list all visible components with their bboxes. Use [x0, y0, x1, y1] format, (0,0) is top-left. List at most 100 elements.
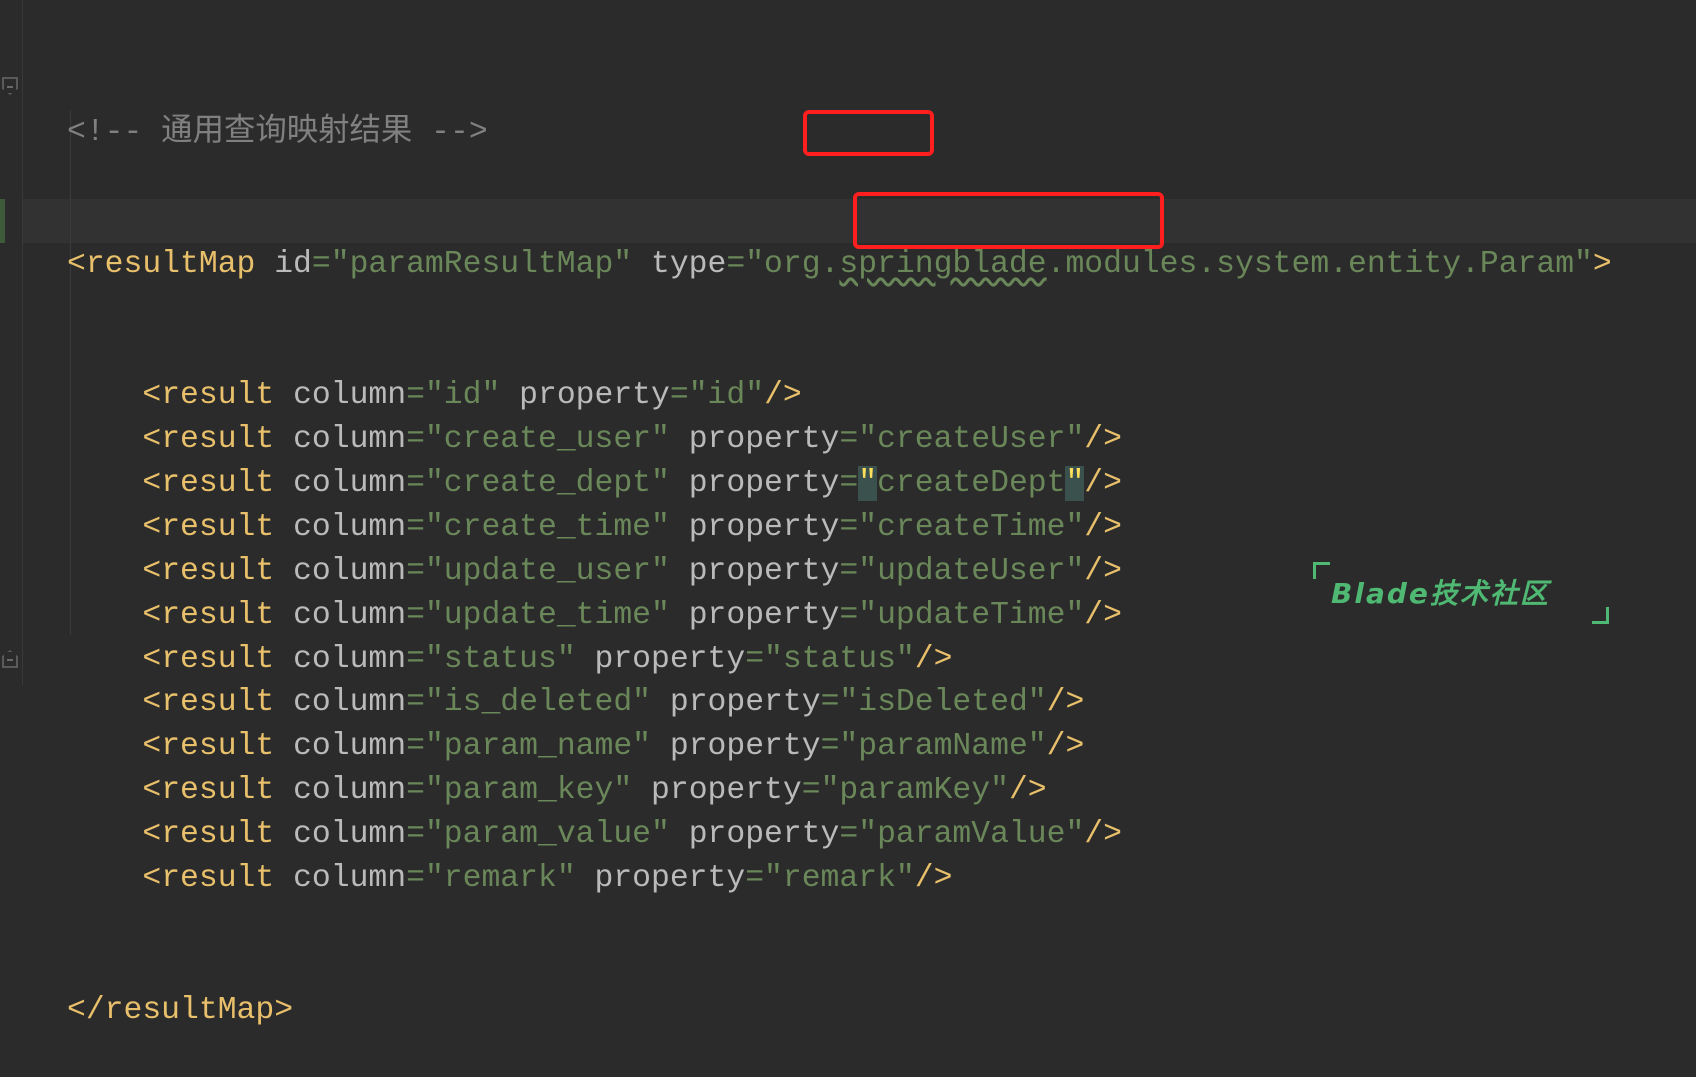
attr-name: property: [688, 422, 840, 458]
column-value: "update_user": [424, 553, 670, 589]
self-close: />: [914, 641, 953, 677]
attr-name: property: [688, 597, 840, 633]
column-value: "param_key": [424, 773, 633, 809]
annotation-box-1: [803, 110, 934, 156]
eq: =: [745, 641, 765, 677]
fold-close-icon[interactable]: [2, 650, 18, 668]
eq: =: [311, 246, 331, 282]
modified-line-marker: [0, 199, 5, 243]
eq: =: [406, 422, 425, 458]
code-editor[interactable]: <!-- 通用查询映射结果 --> <resultMap id="paramRe…: [67, 23, 1612, 1077]
tag-name: <result: [142, 641, 275, 677]
eq: =: [406, 861, 425, 897]
self-close: />: [1084, 817, 1122, 853]
column-value: "is_deleted": [424, 685, 652, 721]
property-value: createDept: [877, 466, 1066, 501]
self-close: />: [914, 861, 953, 897]
eq: =: [406, 729, 425, 765]
attr-name: type: [651, 246, 727, 282]
attr-name: property: [669, 729, 821, 765]
xml-comment: <!-- 通用查询映射结果 -->: [67, 114, 488, 150]
eq: =: [406, 466, 425, 501]
attr-name: property: [519, 378, 670, 414]
property-value: "createUser": [858, 422, 1085, 458]
attr-name: property: [688, 466, 840, 501]
property-value: "id": [688, 378, 765, 414]
eq: =: [406, 817, 425, 853]
property-value: "paramName": [839, 729, 1047, 765]
result-line: <result column="create_user" property="c…: [67, 418, 1612, 462]
attr-name: property: [594, 641, 746, 677]
eq: =: [726, 246, 746, 282]
result-line: <result column="id" property="id"/>: [67, 374, 1612, 418]
attr-name: id: [274, 246, 312, 282]
matched-quote: ": [1065, 466, 1085, 501]
eq: =: [839, 509, 859, 545]
property-value: "remark": [764, 861, 915, 897]
attr-name: column: [293, 509, 407, 545]
attr-name: column: [293, 466, 407, 501]
fold-open-icon[interactable]: [2, 77, 18, 95]
bracket-right: [1592, 607, 1609, 624]
tag-name: <result: [142, 466, 275, 501]
attr-name: property: [651, 773, 802, 809]
eq: =: [406, 553, 425, 589]
eq: =: [406, 597, 425, 633]
result-line: <result column="status" property="status…: [67, 638, 1612, 682]
attr-value: "org.: [745, 246, 840, 282]
property-value: "createTime": [858, 509, 1085, 545]
attr-name: column: [293, 641, 407, 677]
tag-name: <result: [142, 817, 275, 853]
column-value: "status": [424, 641, 576, 677]
eq: =: [839, 422, 859, 458]
tag-bracket: >: [1592, 246, 1612, 282]
eq: =: [820, 729, 840, 765]
result-line: <result column="param_key" property="par…: [67, 769, 1612, 813]
column-value: "update_time": [424, 597, 670, 633]
attr-value: "paramResultMap": [330, 246, 633, 282]
result-line: <result column="create_dept" property="c…: [67, 462, 1612, 506]
tag-name: <result: [142, 509, 275, 545]
spellcheck-word: springblade: [839, 246, 1047, 282]
tag-name: <result: [142, 685, 275, 721]
matched-quote: ": [858, 466, 878, 501]
attr-name: property: [594, 861, 746, 897]
column-value: "create_time": [424, 509, 670, 545]
column-value: "param_name": [424, 729, 652, 765]
self-close: />: [1008, 773, 1047, 809]
eq: =: [406, 509, 425, 545]
property-value: "paramValue": [858, 817, 1085, 853]
resultmap-close-line: </resultMap>: [67, 989, 1612, 1033]
attr-name: property: [688, 817, 840, 853]
attr-name: column: [293, 378, 407, 414]
editor-gutter: [0, 0, 23, 685]
self-close: />: [1046, 685, 1085, 721]
result-line: <result column="create_time" property="c…: [67, 506, 1612, 550]
eq: =: [745, 861, 765, 897]
bracket-left: [1313, 562, 1330, 579]
column-value: "create_dept": [424, 466, 670, 501]
attr-name: property: [688, 509, 840, 545]
attr-name: property: [688, 553, 840, 589]
attr-name: column: [293, 817, 407, 853]
tag-name: </resultMap>: [67, 992, 294, 1028]
result-line: <result column="remark" property="remark…: [67, 857, 1612, 901]
tag-name: <result: [142, 553, 275, 589]
attr-name: column: [293, 773, 407, 809]
property-value: "status": [764, 641, 915, 677]
result-line: <result column="is_deleted" property="is…: [67, 681, 1612, 725]
watermark-logo: Blade技术社区: [1313, 562, 1609, 624]
self-close: />: [1084, 422, 1122, 458]
column-value: "remark": [424, 861, 576, 897]
attr-name: column: [293, 553, 407, 589]
annotation-box-2: [853, 192, 1164, 249]
eq: =: [669, 378, 689, 414]
tag-name: <result: [142, 597, 275, 633]
tag-name: <result: [142, 378, 275, 414]
attr-name: column: [293, 422, 407, 458]
attr-name: column: [293, 729, 407, 765]
eq: =: [820, 685, 840, 721]
self-close: />: [764, 378, 802, 414]
watermark-text: Blade技术社区: [1331, 577, 1550, 610]
column-value: "param_value": [424, 817, 670, 853]
